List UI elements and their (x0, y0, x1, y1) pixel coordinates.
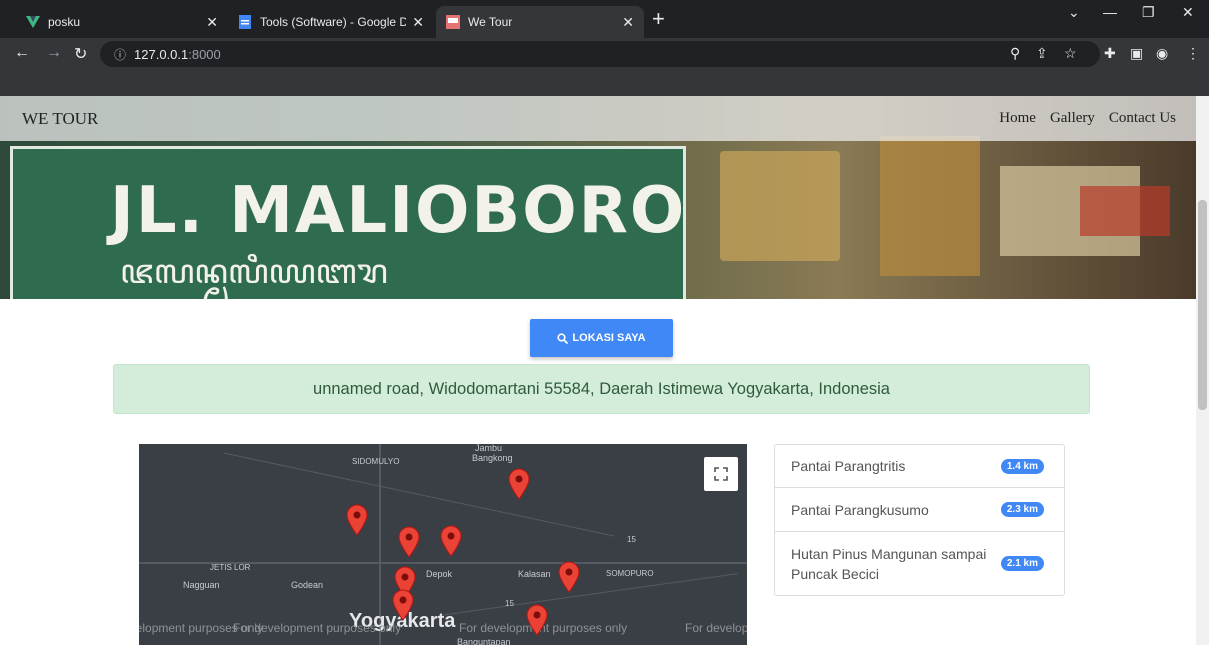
close-tab-icon[interactable]: ✕ (412, 14, 424, 31)
lokasi-saya-label: LOKASI SAYA (572, 332, 646, 344)
sign-javanese-script: ꦗꦭꦤ꧀ꦩꦭꦶꦪꦧꦫ (120, 252, 388, 292)
site-info-icon[interactable]: ⓘ (114, 46, 126, 63)
map-label: Jambu (475, 444, 503, 453)
map-marker-icon[interactable] (558, 561, 580, 593)
map-marker-icon[interactable] (508, 468, 530, 500)
close-tab-icon[interactable]: ✕ (206, 14, 218, 31)
location-icon[interactable]: ⚲ (1010, 45, 1020, 62)
browser-tab-posku[interactable]: posku ✕ (16, 6, 228, 38)
site-brand[interactable]: WE TOUR (22, 109, 98, 129)
close-window-icon[interactable]: ✕ (1182, 4, 1194, 21)
map-marker-icon[interactable] (526, 604, 548, 636)
dev-watermark: For development purposes only (233, 621, 402, 635)
new-tab-icon[interactable]: + (652, 6, 665, 32)
side-panel-icon[interactable]: ▣ (1130, 45, 1143, 62)
sign-title: JL. MALIOBORO (110, 174, 687, 248)
google-docs-icon (238, 15, 252, 29)
search-icon (557, 332, 569, 344)
nav-gallery-link[interactable]: Gallery (1050, 110, 1095, 127)
scrollbar-thumb[interactable] (1198, 200, 1207, 410)
close-tab-icon[interactable]: ✕ (622, 14, 634, 31)
distance-badge: 2.3 km (1000, 502, 1044, 517)
tab-title: We Tour (468, 15, 513, 29)
list-item[interactable]: Pantai Parangtritis 1.4 km (775, 445, 1064, 488)
browser-tab-we-tour[interactable]: We Tour ✕ (436, 6, 644, 38)
browser-tab-google-docs[interactable]: Tools (Software) - Google Dokum ✕ (228, 6, 434, 38)
bookmarks-bar (0, 70, 1209, 96)
map-label: SOMOPURO (606, 569, 654, 578)
share-icon[interactable]: ⇪ (1036, 45, 1048, 62)
map-marker-icon[interactable] (392, 589, 414, 621)
map-road-shield: 15 (627, 535, 636, 544)
map-label: SIDOMULYO (352, 457, 400, 466)
back-icon[interactable]: ← (14, 44, 30, 62)
place-name: Pantai Parangtritis (791, 458, 906, 474)
list-item[interactable]: Hutan Pinus Mangunan sampai Puncak Becic… (775, 532, 1064, 595)
tab-title: posku (48, 15, 81, 29)
extensions-icon[interactable]: ✚ (1104, 45, 1116, 62)
tab-search-icon[interactable]: ⌄ (1068, 4, 1080, 21)
site-navbar: WE TOUR Home Gallery Contact Us (0, 96, 1196, 141)
map-label: Depok (426, 569, 453, 579)
page-viewport: JL. MALIOBORO ꦗꦭꦤ꧀ꦩꦭꦶꦪꦧꦫ WE TOUR Home Ga… (0, 96, 1196, 645)
map-label: Godean (291, 580, 324, 590)
map-label: Banguntapan (457, 637, 511, 645)
background-shop (880, 136, 980, 276)
tab-title: Tools (Software) - Google Dokum (260, 15, 407, 29)
map-road (440, 573, 738, 616)
forward-icon[interactable]: → (46, 44, 62, 62)
map-label: Nagguan (183, 580, 220, 590)
map-label: Kalasan (518, 569, 551, 579)
background-shop (720, 151, 840, 261)
map-marker-icon[interactable] (398, 526, 420, 558)
places-list: Pantai Parangtritis 1.4 km Pantai Parang… (774, 444, 1065, 596)
map-label: Bangkong (472, 453, 513, 463)
place-name: Pantai Parangkusumo (791, 501, 929, 518)
menu-kebab-icon[interactable]: ⋮ (1186, 45, 1200, 62)
browser-toolbar: ← → ↻ ⓘ 127.0.0.1:8000 ⚲ ⇪ ☆ ✚ ▣ ◉ ⋮ (0, 38, 1209, 70)
place-name: Hutan Pinus Mangunan sampai Puncak Becic… (791, 545, 987, 582)
bookmark-star-icon[interactable]: ☆ (1064, 45, 1077, 62)
url-host: 127.0.0.1 (134, 46, 189, 62)
map-label: JETIS LOR (210, 563, 251, 572)
browser-tab-bar: posku ✕ Tools (Software) - Google Dokum … (0, 0, 1209, 38)
map-marker-icon[interactable] (440, 525, 462, 557)
address-alert: unnamed road, Widodomartani 55584, Daera… (113, 364, 1090, 414)
map-road (223, 452, 615, 537)
restore-icon[interactable]: ❐ (1142, 4, 1155, 21)
minimize-icon[interactable]: — (1103, 4, 1117, 20)
profile-avatar-icon[interactable]: ◉ (1156, 45, 1168, 62)
fullscreen-icon[interactable] (704, 457, 738, 491)
map-marker-icon[interactable] (346, 504, 368, 536)
site-favicon-icon (446, 15, 460, 29)
reload-icon[interactable]: ↻ (74, 44, 87, 64)
url-port: :8000 (188, 46, 221, 62)
background-shop (1080, 186, 1170, 236)
distance-badge: 2.1 km (1000, 556, 1044, 571)
dev-watermark: For development purposes only (685, 621, 747, 635)
address-text: unnamed road, Widodomartani 55584, Daera… (313, 379, 890, 398)
nav-links: Home Gallery Contact Us (999, 110, 1176, 127)
nav-contact-link[interactable]: Contact Us (1109, 110, 1176, 127)
distance-badge: 1.4 km (1000, 458, 1044, 474)
address-bar[interactable]: ⓘ 127.0.0.1:8000 (100, 41, 1100, 67)
nav-home-link[interactable]: Home (999, 110, 1036, 127)
lokasi-saya-button[interactable]: LOKASI SAYA (530, 319, 673, 357)
map-road-shield: 15 (505, 599, 514, 608)
map-view[interactable]: Jambu Bangkong SIDOMULYO JETIS LOR Naggu… (139, 444, 747, 645)
list-item[interactable]: Pantai Parangkusumo 2.3 km (775, 488, 1064, 532)
vue-logo-icon (26, 15, 40, 29)
